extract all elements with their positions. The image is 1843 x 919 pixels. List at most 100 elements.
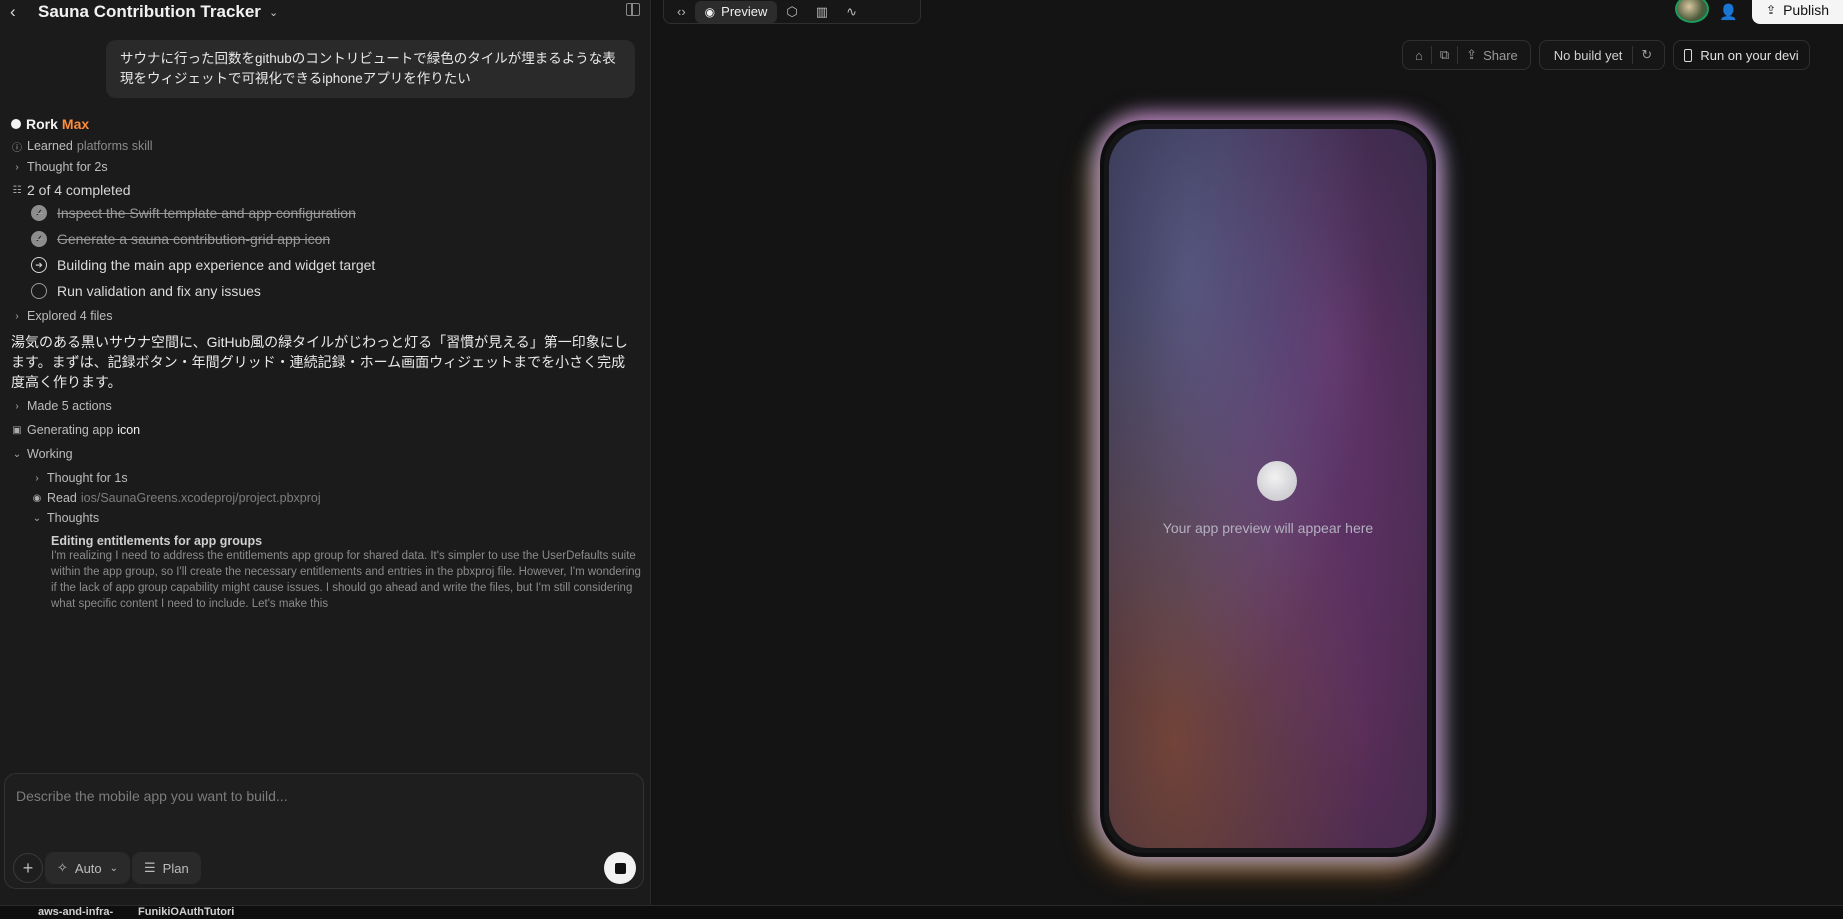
agent-tier: Max [61,116,90,132]
cube-icon: ⬡ [786,3,798,19]
composer-input[interactable]: Describe the mobile app you want to buil… [16,788,288,804]
add-attachment-button[interactable]: + [13,853,43,883]
home-icon: ⌂ [1415,47,1423,63]
external-link-icon: ⧉ [1439,47,1450,62]
tab-assets[interactable]: ⬡ [777,1,806,23]
chevron-down-icon[interactable]: ⌄ [269,6,278,19]
image-icon: ▣ [12,424,22,436]
task-label: Run validation and fix any issues [57,283,261,299]
eye-icon: ◉ [704,4,716,19]
generating-row: ▣ Generating app icon [11,420,631,440]
arrow-circle-icon: ➔ [31,257,47,273]
stop-button[interactable] [604,852,636,884]
read-file-row: ◉ Read ios/SaunaGreens.xcodeproj/project… [11,488,631,508]
generating-label: Generating app [27,423,114,437]
model-mode-select[interactable]: ✧ Auto ⌄ [45,852,131,884]
task-label: Inspect the Swift template and app confi… [57,205,356,221]
learned-label: Learned [27,139,73,153]
chevron-right-icon: › [15,161,19,173]
refresh-button[interactable]: ↻ [1633,41,1660,69]
list-icon: ☰ [144,860,156,875]
sidebar-toggle-icon[interactable] [626,3,640,16]
thought-2s-label: Thought for 2s [27,160,108,174]
eye-icon: ◉ [32,492,42,504]
agent-name: Rork [26,116,58,132]
loading-orb [1257,461,1297,501]
tab-preview-label: Preview [721,4,768,19]
preview-placeholder: Your app preview will appear here [1162,520,1374,536]
bottom-tab[interactable]: FunikiOAuthTutori [138,906,234,918]
chevron-right-icon: › [15,400,19,412]
model-mode-label: Auto [74,860,102,876]
chat-header: ‹ Sauna Contribution Tracker ⌄ [0,0,650,24]
build-status: No build yet [1553,47,1623,63]
thought-1s-row[interactable]: › Thought for 1s [11,468,631,488]
preview-area: ‹› ◉ Preview ⬡ ▥ ∿ 👤 ⇪ Publish ⌂ ⧉ ⇪ Sha… [652,0,1843,905]
thought-body: I'm realizing I need to address the enti… [51,550,641,610]
task-progress-label: 2 of 4 completed [27,182,131,198]
read-file-path[interactable]: ios/SaunaGreens.xcodeproj/project.pbxpro… [81,491,321,505]
share-button[interactable]: ⇪ Share [1458,41,1526,69]
chat-panel: ‹ Sauna Contribution Tracker ⌄ サウナに行った回数… [0,0,651,905]
device-frame: Your app preview will appear here [1100,120,1436,857]
device-preview: Your app preview will appear here [1100,120,1436,857]
message-composer[interactable]: Describe the mobile app you want to buil… [4,773,644,889]
task-item: ✓ Generate a sauna contribution-grid app… [11,226,631,252]
tab-analytics[interactable]: ▥ [807,1,837,23]
build-status-group: No build yet ↻ [1538,40,1666,70]
add-user-icon[interactable]: 👤 [1719,3,1738,21]
preview-nav-group: ⌂ ⧉ ⇪ Share [1402,40,1531,70]
home-button[interactable]: ⌂ [1407,41,1431,69]
device-screen: Your app preview will appear here [1109,129,1427,848]
task-label: Building the main app experience and wid… [57,257,376,273]
made-actions-row[interactable]: › Made 5 actions [11,396,631,416]
thought-2s-row[interactable]: › Thought for 2s [11,157,631,177]
share-label: Share [1483,47,1518,63]
explored-files-label: Explored 4 files [27,309,113,323]
chevron-down-icon: ⌄ [12,448,22,460]
read-label: Read [47,491,77,505]
tab-code[interactable]: ‹› [668,1,695,23]
preview-toolbar: ⌂ ⧉ ⇪ Share No build yet ↻ Run on your d… [1402,40,1810,70]
chevron-down-icon: ⌄ [109,862,119,874]
working-label: Working [27,447,73,461]
generating-object: icon [117,423,141,437]
bar-chart-icon: ▥ [815,3,829,19]
run-on-device-label: Run on your devi [1700,47,1799,63]
chevron-right-icon: › [35,472,39,484]
open-external-button[interactable]: ⧉ [1432,41,1457,69]
publish-button[interactable]: ⇪ Publish [1752,0,1843,24]
phone-icon [1684,48,1693,62]
back-arrow-icon[interactable]: ‹ [10,2,30,22]
tab-activity[interactable]: ∿ [837,1,866,23]
thoughts-row[interactable]: ⌄ Thoughts [11,508,631,528]
bottom-tab[interactable]: aws-and-infra- [38,906,113,918]
learned-skill: platforms skill [76,139,153,153]
share-icon: ⇪ [1466,47,1478,62]
bottom-tab-strip: aws-and-infra- FunikiOAuthTutori [0,905,1843,919]
made-actions-label: Made 5 actions [27,399,112,413]
plan-button[interactable]: ☰ Plan [132,852,201,884]
refresh-icon: ↻ [1641,47,1653,62]
chevron-right-icon: › [15,310,19,322]
plus-icon: + [22,857,34,878]
working-row[interactable]: ⌄ Working [11,444,631,464]
agent-header: Rork Max [11,115,631,133]
explored-files-row[interactable]: › Explored 4 files [11,306,631,326]
tab-preview[interactable]: ◉ Preview [694,0,778,23]
check-circle-icon: ✓ [31,231,47,247]
avatar[interactable] [1675,0,1710,23]
run-on-device-button[interactable]: Run on your devi [1673,40,1810,70]
learned-skill-row: ⓘ Learned platforms skill [11,136,631,156]
task-label: Generate a sauna contribution-grid app i… [57,231,331,247]
task-item: Run validation and fix any issues [11,278,631,304]
project-title[interactable]: Sauna Contribution Tracker [38,2,261,22]
empty-circle-icon [31,283,47,299]
lightbulb-icon: ⓘ [12,142,22,154]
task-progress: ☷ 2 of 4 completed [11,180,631,200]
sparkle-icon: ✧ [57,860,68,875]
chevron-down-icon: ⌄ [32,512,42,524]
user-message: サウナに行った回数をgithubのコントリビュートで緑色のタイルが埋まるような表… [106,40,635,98]
agent-paragraph: 湯気のある黒いサウナ空間に、GitHub風の緑タイルがじわっと灯る「習慣が見える… [11,334,628,390]
activity-icon: ∿ [846,3,857,19]
